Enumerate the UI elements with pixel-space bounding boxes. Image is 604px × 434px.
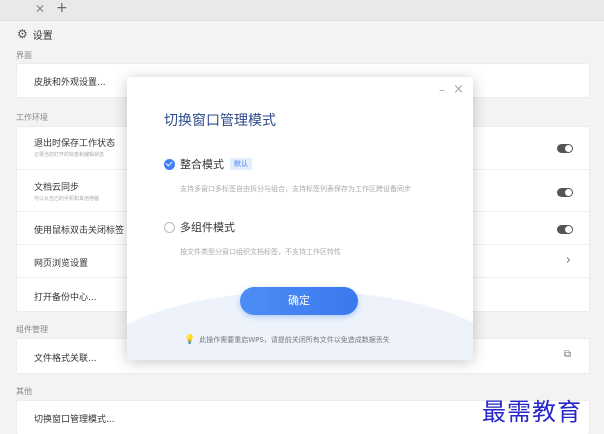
plus-icon[interactable]: + <box>56 0 68 16</box>
option-integrated[interactable]: 整合模式 默认 <box>164 156 252 172</box>
row-web-browse-label: 网页浏览设置 <box>34 259 89 269</box>
close-icon[interactable]: ✕ <box>35 2 45 16</box>
confirm-button[interactable]: 确定 <box>240 287 358 315</box>
default-badge: 默认 <box>230 158 252 170</box>
option-multi-component[interactable]: 多组件模式 <box>164 219 235 235</box>
restart-tip: 💡 此操作需要重启WPS，请提前关闭所有文件以免造成数据丢失 <box>184 335 390 345</box>
gear-icon: ⚙ <box>17 27 28 41</box>
external-link-icon: ⧉ <box>563 349 571 360</box>
row-save-state-sub: 记录当前打开的标签和编辑状态 <box>34 152 105 158</box>
option-multi-component-label: 多组件模式 <box>180 221 235 234</box>
row-backup-center-label: 打开备份中心... <box>34 293 97 303</box>
chevron-right-icon: › <box>565 253 571 268</box>
dblclick-close-toggle[interactable] <box>557 225 573 234</box>
tab-bar: ✕ + <box>0 0 604 21</box>
row-file-assoc-label: 文件格式关联... <box>34 354 97 364</box>
section-label-workenv: 工作环境 <box>16 113 48 122</box>
close-button[interactable]: × <box>453 82 464 97</box>
window-mode-dialog: – × 切换窗口管理模式 整合模式 默认 支持多窗口多标签自由拆分与组合，支持标… <box>127 77 473 360</box>
cloud-sync-toggle[interactable] <box>557 188 573 197</box>
row-save-state-label: 退出时保存工作状态 <box>34 139 116 149</box>
row-window-mode-label: 切换窗口管理模式... <box>34 415 115 425</box>
row-skin-label: 皮肤和外观设置... <box>34 78 106 88</box>
row-dblclick-close-label: 使用鼠标双击关闭标签 <box>34 226 125 236</box>
option-multi-component-desc: 按文件类型分窗口组织文档标签，不支持工作区特性 <box>180 248 341 256</box>
restart-tip-text: 此操作需要重启WPS，请提前关闭所有文件以免造成数据丢失 <box>199 336 390 344</box>
save-state-toggle[interactable] <box>557 144 573 153</box>
section-label-other: 其他 <box>16 387 32 396</box>
section-label-components: 组件管理 <box>16 325 48 334</box>
dialog-title: 切换窗口管理模式 <box>164 113 276 129</box>
row-cloud-sync-sub: 可以从自己的手机和其他电脑 <box>34 196 100 202</box>
option-integrated-desc: 支持多窗口多标签自由拆分与组合，支持标签列表保存为工作区跨设备同步 <box>180 185 411 193</box>
radio-checked-icon[interactable] <box>164 158 175 170</box>
lightbulb-icon: 💡 <box>184 335 196 345</box>
minimize-button[interactable]: – <box>439 83 445 97</box>
option-integrated-label: 整合模式 <box>180 158 224 171</box>
row-cloud-sync-label: 文档云同步 <box>34 183 80 193</box>
watermark-logo: 最需教育 <box>482 398 582 426</box>
page-title: 设置 <box>32 30 53 42</box>
radio-unchecked-icon[interactable] <box>164 221 175 233</box>
section-label-interface: 界面 <box>16 51 32 60</box>
settings-header: ⚙ 设置 <box>17 27 53 42</box>
